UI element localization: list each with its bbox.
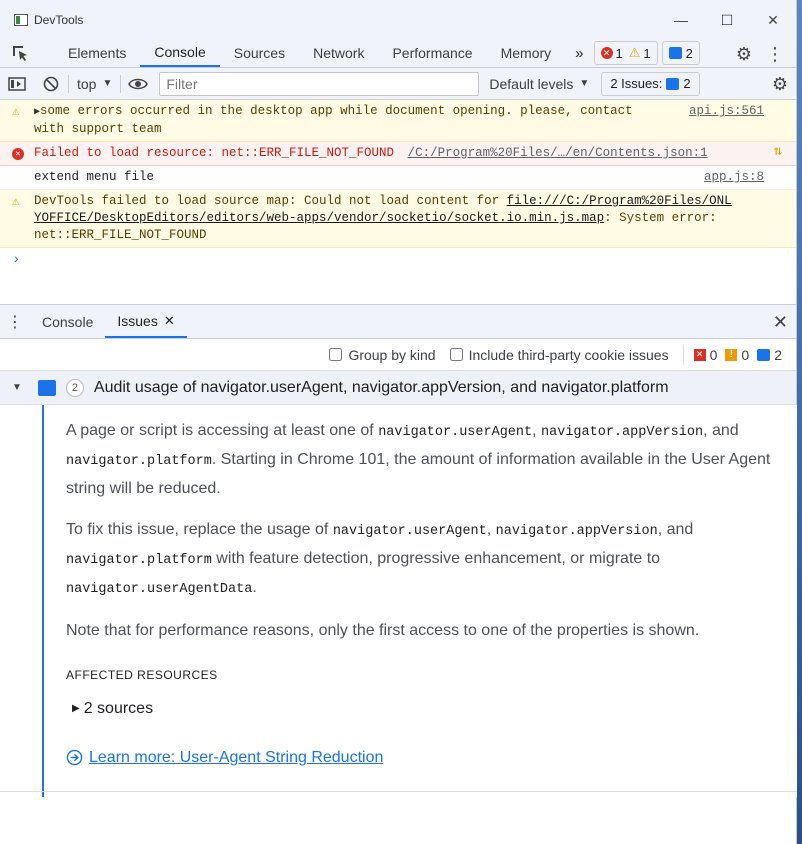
warning-icon: ⚠ <box>628 45 641 60</box>
clear-console-button[interactable] <box>34 68 68 100</box>
info-issue-icon <box>37 379 56 396</box>
log-levels-dropdown[interactable]: Default levels ▼ <box>489 76 589 92</box>
collapse-triangle-icon: ▼ <box>12 382 22 393</box>
sourcemap-link[interactable]: YOFFICE/DesktopEditors/editors/web-apps/… <box>34 211 604 225</box>
issue-details: A page or script is accessing at least o… <box>42 405 797 797</box>
console-messages: ⚠ ▶some errors occurred in the desktop a… <box>0 100 796 305</box>
drawer-menu-icon[interactable]: ⋮ <box>0 305 30 338</box>
prompt-chevron-icon: › <box>12 252 21 268</box>
context-value: top <box>77 75 97 92</box>
affected-resources-heading: AFFECTED RESOURCES <box>66 668 218 682</box>
console-settings-gear-icon[interactable]: ⚙ <box>772 74 788 95</box>
devtools-window: DevTools — ☐ ✕ Elements Console Sources … <box>0 0 797 844</box>
issues-button[interactable]: 2 Issues: 2 <box>601 71 700 96</box>
issue-count-badge: 2 <box>65 378 84 397</box>
console-message-error[interactable]: ✕ Failed to load resource: net::ERR_FILE… <box>0 142 796 166</box>
issues-counter[interactable]: 2 <box>661 41 700 65</box>
info-issue-icon <box>666 77 680 90</box>
log-levels-label: Default levels <box>489 75 574 92</box>
inspect-icon <box>13 46 27 61</box>
console-message-log[interactable]: extend menu file app.js:8 <box>0 166 796 190</box>
tab-console[interactable]: Console <box>140 39 220 67</box>
warning-icon: ⚠ <box>12 195 20 209</box>
issues-count: 2 <box>683 76 691 91</box>
context-selector[interactable]: top ▼ <box>69 76 120 92</box>
tab-performance[interactable]: Performance <box>378 39 486 67</box>
tab-elements[interactable]: Elements <box>54 39 140 67</box>
tab-memory[interactable]: Memory <box>487 39 566 67</box>
error-count: 1 <box>615 45 623 61</box>
minimize-icon: — <box>674 12 688 28</box>
tab-sources[interactable]: Sources <box>220 39 299 67</box>
live-expression-button[interactable] <box>121 68 155 100</box>
settings-gear-icon[interactable]: ⚙ <box>736 44 752 65</box>
sourcemap-link[interactable]: file:///C:/Program%20Files/ONL <box>507 194 732 208</box>
maximize-button[interactable]: ☐ <box>704 0 750 40</box>
message-source-link[interactable]: app.js:8 <box>704 169 764 186</box>
tab-network[interactable]: Network <box>299 39 378 67</box>
message-source-link[interactable]: /C:/Program%20Files/…/en/Contents.json:1 <box>408 146 708 160</box>
error-warning-counter[interactable]: ✕ 1 ⚠ 1 <box>593 41 658 65</box>
page-error-icon: ✕ <box>693 348 706 361</box>
dropdown-triangle-icon: ▼ <box>579 78 590 89</box>
sidebar-toggle-button[interactable] <box>0 68 34 100</box>
main-tabbar: Elements Console Sources Network Perform… <box>0 40 796 68</box>
info-count: 2 <box>685 45 693 61</box>
issue-paragraph-1: A page or script is accessing at least o… <box>66 422 771 497</box>
group-by-kind-checkbox[interactable]: Group by kind <box>329 347 436 363</box>
expand-triangle-icon: ▶ <box>72 703 80 714</box>
dropdown-triangle-icon: ▼ <box>102 78 113 89</box>
console-message-warning[interactable]: ⚠ DevTools failed to load source map: Co… <box>0 190 796 248</box>
learn-more-link[interactable]: Learn more: User-Agent String Reduction <box>66 744 773 771</box>
warning-icon: ⚠ <box>12 105 20 119</box>
warning-count: 1 <box>643 45 651 61</box>
third-party-checkbox[interactable]: Include third-party cookie issues <box>449 347 669 363</box>
console-filterbar: top ▼ Default levels ▼ 2 Issues: 2 ⚙ <box>0 68 796 100</box>
close-icon: ✕ <box>767 11 779 28</box>
eye-icon <box>128 78 149 89</box>
chevron-double-right-icon: » <box>575 44 584 62</box>
desktop-edge <box>797 0 802 844</box>
close-drawer-icon[interactable]: ✕ <box>773 305 788 339</box>
drawer-tabbar: ⋮ Console Issues ✕ ✕ <box>0 305 796 339</box>
console-prompt[interactable]: › <box>0 248 796 272</box>
info-issue-icon <box>757 348 771 361</box>
divider <box>0 791 797 792</box>
filter-input[interactable] <box>159 71 480 96</box>
devtools-app-icon <box>14 14 28 26</box>
group-by-kind-input[interactable] <box>329 348 343 361</box>
error-icon: ✕ <box>600 47 613 59</box>
third-party-input[interactable] <box>449 348 463 361</box>
issue-kind-counts: ✕ 0 ! 0 2 <box>682 344 782 365</box>
issue-header[interactable]: ▼ 2 Audit usage of navigator.userAgent, … <box>0 371 796 405</box>
message-source-link[interactable]: api.js:561 <box>689 103 764 120</box>
close-window-button[interactable]: ✕ <box>750 0 796 40</box>
inspect-element-button[interactable] <box>0 39 40 67</box>
issues-toolbar: Group by kind Include third-party cookie… <box>0 339 796 371</box>
drawer-tab-issues[interactable]: Issues ✕ <box>105 305 187 338</box>
title-bar: DevTools — ☐ ✕ <box>0 0 796 40</box>
minimize-button[interactable]: — <box>658 0 704 40</box>
issue-title: Audit usage of navigator.userAgent, navi… <box>93 378 669 396</box>
issue-paragraph-3: Note that for performance reasons, only … <box>66 622 700 639</box>
console-message-warning[interactable]: ⚠ ▶some errors occurred in the desktop a… <box>0 100 796 142</box>
more-options-icon[interactable]: ⋮ <box>766 44 784 65</box>
issues-label: 2 Issues: <box>610 76 663 91</box>
window-title: DevTools <box>34 13 84 27</box>
block-icon <box>43 76 59 91</box>
maximize-icon: ☐ <box>720 11 734 28</box>
breaking-change-icon: ! <box>725 348 738 361</box>
affected-sources-toggle[interactable]: ▶ 2 sources <box>72 695 773 722</box>
sidebar-toggle-icon <box>8 76 26 91</box>
error-icon: ✕ <box>12 148 24 160</box>
arrow-circle-right-icon <box>66 749 83 766</box>
drawer-tab-console[interactable]: Console <box>30 305 105 338</box>
close-tab-icon[interactable]: ✕ <box>164 313 175 329</box>
info-issue-icon <box>668 47 682 59</box>
device-toolbar-button[interactable] <box>40 39 54 67</box>
network-request-icon[interactable]: ⇅ <box>774 144 782 161</box>
more-tabs-button[interactable]: » <box>565 39 593 67</box>
issue-paragraph-2: To fix this issue, replace the usage of … <box>66 521 694 597</box>
